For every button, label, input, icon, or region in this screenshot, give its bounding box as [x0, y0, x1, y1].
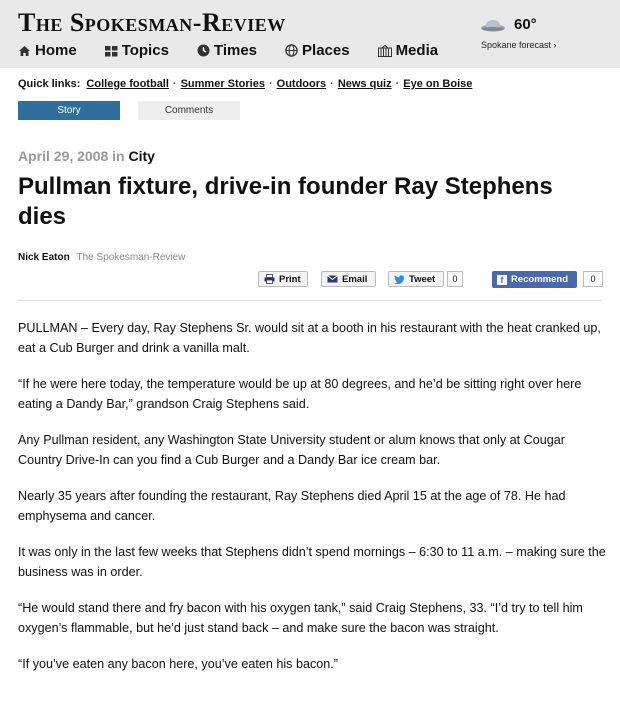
- facebook-icon: f: [497, 274, 507, 285]
- article-tabs: Story Comments: [18, 101, 240, 120]
- byline: Nick Eaton The Spokesman-Review: [18, 252, 185, 263]
- nav-times[interactable]: Times: [197, 42, 257, 59]
- share-bar: Print Email Tweet 0 f Recommend 0: [0, 271, 620, 291]
- email-label: Email: [342, 273, 368, 285]
- envelope-icon: [327, 275, 338, 283]
- author-name[interactable]: Nick Eaton: [18, 252, 70, 263]
- tab-story[interactable]: Story: [18, 101, 120, 120]
- recommend-button[interactable]: f Recommend: [492, 271, 577, 288]
- print-button[interactable]: Print: [258, 271, 308, 287]
- tweet-label: Tweet: [409, 273, 436, 285]
- article-paragraph: “If you’ve eaten any bacon here, you’ve …: [18, 657, 338, 671]
- dateline: April 29, 2008 in City: [18, 148, 155, 164]
- separator: ·: [172, 78, 177, 90]
- quick-links: Quick links: College football · Summer Sto…: [18, 78, 472, 90]
- nav-places[interactable]: Places: [285, 42, 350, 59]
- printer-icon: [264, 274, 275, 284]
- article-paragraph: It was only in the last few weeks that S…: [18, 545, 606, 579]
- article-body: PULLMAN – Every day, Ray Stephens Sr. wo…: [18, 318, 608, 690]
- article-paragraph: Nearly 35 years after founding the resta…: [18, 489, 566, 523]
- globe-icon: [285, 44, 298, 57]
- main-nav: Home Topics Times Places Media: [18, 42, 466, 59]
- nav-home-label: Home: [35, 42, 77, 59]
- twitter-bird-icon: [394, 274, 405, 284]
- article-paragraph: PULLMAN – Every day, Ray Stephens Sr. wo…: [18, 321, 601, 355]
- masthead: The Spokesman-Review Home Topics Times P…: [0, 0, 620, 68]
- quick-link-eye-on-boise[interactable]: Eye on Boise: [403, 78, 472, 90]
- site-title[interactable]: The Spokesman-Review: [18, 8, 286, 37]
- quick-link-college-football[interactable]: College football: [86, 78, 169, 90]
- print-label: Print: [279, 273, 301, 285]
- nav-times-label: Times: [213, 42, 258, 59]
- nav-media[interactable]: Media: [377, 42, 439, 59]
- email-button[interactable]: Email: [321, 271, 376, 287]
- quick-link-outdoors[interactable]: Outdoors: [277, 78, 327, 90]
- article-paragraph: “If he were here today, the temperature …: [18, 377, 582, 411]
- forecast-link[interactable]: Spokane forecast ›: [481, 40, 557, 50]
- nav-topics[interactable]: Topics: [104, 42, 169, 59]
- tab-comments[interactable]: Comments: [138, 101, 240, 120]
- quick-link-news-quiz[interactable]: News quiz: [338, 78, 392, 90]
- tweet-button[interactable]: Tweet: [388, 271, 444, 287]
- nav-media-label: Media: [395, 42, 439, 59]
- article-paragraph: “He would stand there and fry bacon with…: [18, 601, 583, 635]
- nav-places-label: Places: [302, 42, 350, 59]
- article-headline: Pullman fixture, drive-in founder Ray St…: [18, 173, 553, 230]
- tweet-count: 0: [447, 271, 463, 287]
- weather-temperature: 60°: [514, 16, 537, 33]
- recommend-count: 0: [583, 271, 603, 287]
- separator: ·: [330, 78, 334, 90]
- separator: ·: [395, 78, 400, 90]
- home-icon: [19, 45, 30, 56]
- media-icon: [377, 44, 392, 57]
- recommend-label: Recommend: [511, 274, 569, 285]
- quick-link-summer-stories[interactable]: Summer Stories: [181, 78, 265, 90]
- publish-date: April 29, 2008 in: [18, 148, 129, 164]
- quick-links-label: Quick links:: [18, 78, 81, 90]
- clock-icon: [197, 44, 210, 57]
- author-organization: The Spokesman-Review: [76, 252, 186, 263]
- separator: ·: [268, 78, 273, 90]
- divider: [18, 300, 602, 301]
- category-link[interactable]: City: [129, 148, 155, 164]
- grid-icon: [104, 45, 118, 56]
- nav-topics-label: Topics: [121, 42, 169, 59]
- weather-widget[interactable]: 60°: [480, 16, 537, 33]
- site-logo[interactable]: The Spokesman-Review: [18, 8, 286, 38]
- nav-home[interactable]: Home: [18, 42, 77, 59]
- article-paragraph: Any Pullman resident, any Washington Sta…: [18, 433, 565, 467]
- cloud-icon: [481, 19, 505, 31]
